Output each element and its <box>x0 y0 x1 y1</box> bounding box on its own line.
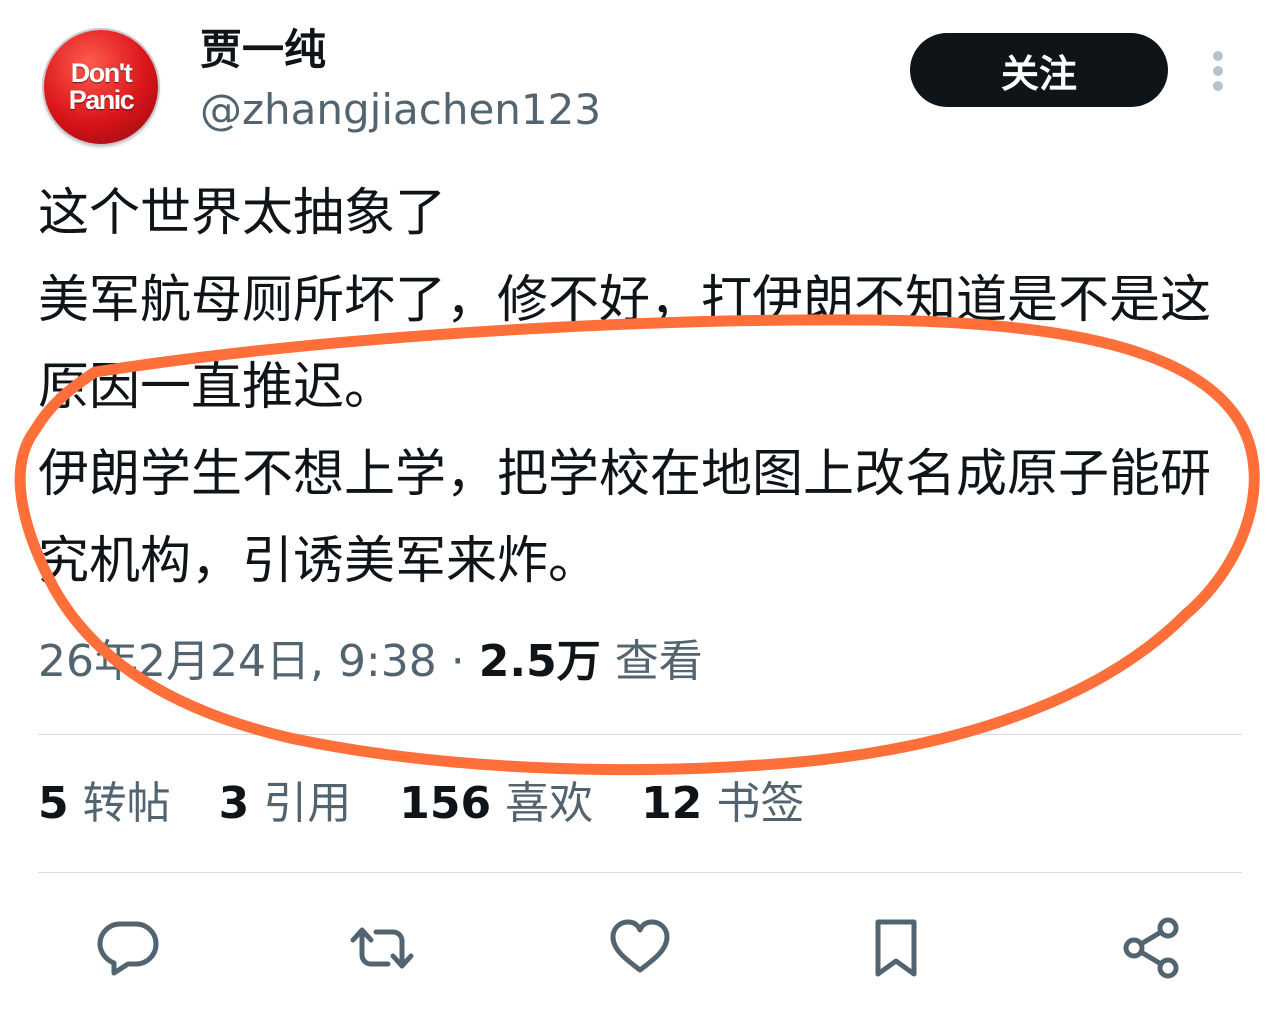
avatar-text-line1: Don't <box>70 58 133 88</box>
stat-label: 引用 <box>263 778 352 829</box>
reply-icon <box>97 921 159 976</box>
avatar-text-line2: Panic <box>68 85 135 115</box>
meta-separator: · <box>450 636 465 687</box>
bookmark-button[interactable] <box>864 916 928 980</box>
stat-reposts[interactable]: 5 转帖 <box>38 778 171 829</box>
stat-likes[interactable]: 156 喜欢 <box>399 778 593 829</box>
stat-label: 转帖 <box>82 778 171 829</box>
like-button[interactable] <box>608 916 672 980</box>
share-icon <box>1123 917 1179 979</box>
retweet-button[interactable] <box>350 916 414 980</box>
user-handle[interactable]: @zhangjiachen123 <box>200 84 601 136</box>
tweet-timestamp[interactable]: 26年2月24日, 9:38 <box>38 636 437 687</box>
views-count: 2.5万 <box>478 636 601 687</box>
display-name[interactable]: 贾一纯 <box>200 24 326 76</box>
stat-bookmarks[interactable]: 12 书签 <box>641 778 804 829</box>
divider-top <box>38 734 1242 735</box>
tweet-meta: 26年2月24日, 9:38 · 2.5万 查看 <box>38 630 703 694</box>
engagement-stats: 5 转帖 3 引用 156 喜欢 12 书签 <box>38 774 838 834</box>
like-icon <box>610 919 670 973</box>
stat-label: 喜欢 <box>505 778 594 829</box>
stat-count: 5 <box>38 778 69 829</box>
stat-quotes[interactable]: 3 引用 <box>219 778 352 829</box>
views-label: 查看 <box>614 636 703 687</box>
share-button[interactable] <box>1120 916 1184 980</box>
retweet-icon <box>350 927 414 969</box>
avatar[interactable]: Don't Panic <box>44 30 158 144</box>
more-options-icon[interactable] <box>1208 48 1228 94</box>
follow-button[interactable]: 关注 <box>910 33 1168 107</box>
stat-count: 12 <box>641 778 703 829</box>
bookmark-icon <box>875 919 917 977</box>
reply-button[interactable] <box>96 916 160 980</box>
stat-count: 156 <box>399 778 492 829</box>
stat-label: 书签 <box>716 778 805 829</box>
stat-count: 3 <box>218 778 250 829</box>
divider-bottom <box>38 872 1242 873</box>
tweet-text: 这个世界太抽象了 美军航母厕所坏了，修不好，打伊朗不知道是不是这原因一直推迟。 … <box>38 184 1212 591</box>
